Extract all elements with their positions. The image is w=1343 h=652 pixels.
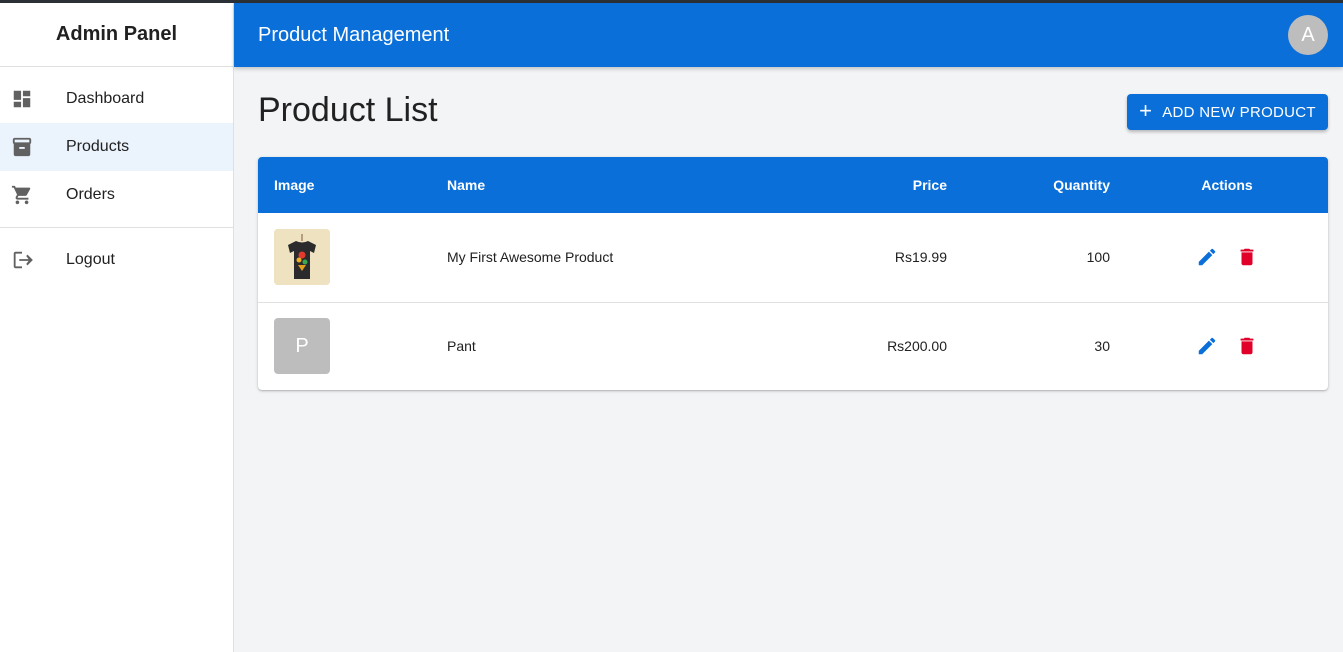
column-header-image: Image	[274, 177, 315, 193]
sidebar-item-products[interactable]: Products	[0, 123, 233, 171]
table-row: P Pant Rs200.00 30	[258, 302, 1328, 390]
delete-icon[interactable]	[1233, 243, 1261, 271]
plus-icon: +	[1139, 98, 1153, 123]
product-price: Rs19.99	[894, 249, 947, 266]
edit-icon[interactable]	[1193, 332, 1221, 360]
shopping-cart-icon	[11, 184, 33, 206]
row-actions	[1142, 332, 1312, 360]
sidebar-divider	[0, 227, 233, 228]
sidebar-item-label: Dashboard	[66, 90, 145, 107]
product-name: Pant	[447, 338, 476, 355]
table-header-row: Image Name Price Quantity Actions	[258, 157, 1328, 213]
add-new-product-label: ADD NEW PRODUCT	[1162, 103, 1316, 121]
dashboard-icon	[11, 88, 33, 110]
logout-icon	[11, 249, 33, 271]
delete-icon[interactable]	[1233, 332, 1261, 360]
tshirt-image	[274, 229, 330, 286]
sidebar-title: Admin Panel	[0, 3, 233, 67]
sidebar-item-label: Products	[66, 138, 130, 155]
product-thumbnail-placeholder: P	[274, 318, 330, 375]
product-quantity: 100	[1086, 249, 1110, 266]
product-quantity: 30	[1094, 338, 1110, 355]
sidebar: Admin Panel Dashboard Products Orders Lo…	[0, 3, 234, 652]
sidebar-item-orders[interactable]: Orders	[0, 171, 233, 219]
product-thumbnail-tshirt	[274, 229, 330, 286]
sidebar-item-dashboard[interactable]: Dashboard	[0, 75, 233, 123]
sidebar-nav: Dashboard Products Orders Logout	[0, 67, 233, 284]
column-header-price: Price	[912, 177, 947, 193]
product-price: Rs200.00	[887, 338, 947, 355]
sidebar-item-logout[interactable]: Logout	[0, 236, 233, 284]
product-table: Image Name Price Quantity Actions My Fir…	[258, 157, 1328, 390]
avatar[interactable]: A	[1288, 15, 1328, 55]
column-header-name: Name	[447, 177, 486, 193]
row-actions	[1142, 243, 1312, 271]
product-table-card: Image Name Price Quantity Actions My Fir…	[258, 157, 1328, 390]
table-row: My First Awesome Product Rs19.99 100	[258, 213, 1328, 302]
column-header-actions: Actions	[1201, 177, 1253, 193]
page-title: Product List	[258, 91, 438, 129]
add-new-product-button[interactable]: + ADD NEW PRODUCT	[1127, 94, 1328, 130]
product-name: My First Awesome Product	[447, 249, 614, 266]
sidebar-item-label: Orders	[66, 186, 115, 203]
app-bar-title: Product Management	[258, 23, 450, 46]
archive-box-icon	[11, 136, 33, 158]
column-header-quantity: Quantity	[1053, 177, 1110, 193]
sidebar-item-label: Logout	[66, 251, 115, 268]
app-bar: Product Management A	[234, 3, 1343, 67]
edit-icon[interactable]	[1193, 243, 1221, 271]
